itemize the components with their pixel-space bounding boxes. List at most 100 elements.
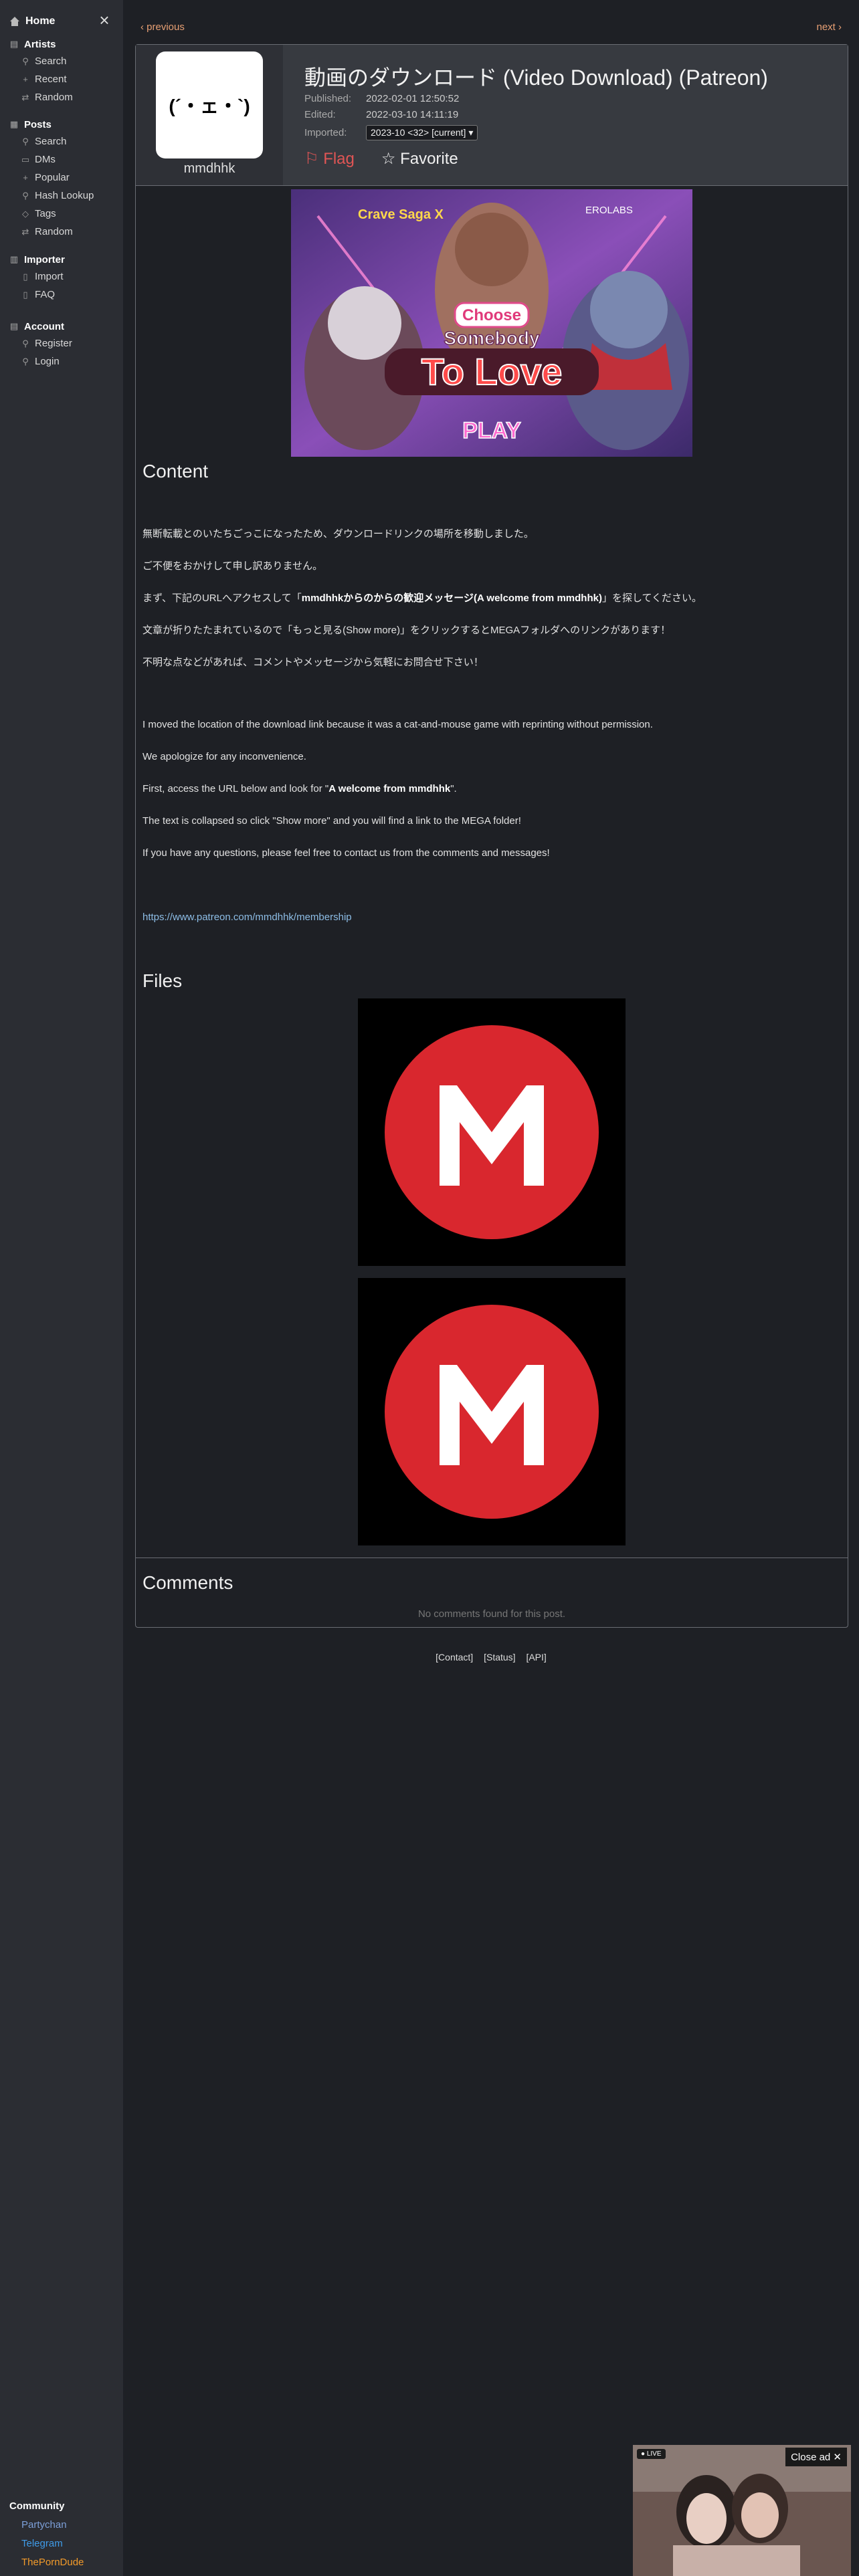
document-icon: ▯	[23, 289, 28, 300]
plus-icon: +	[23, 173, 28, 183]
search-icon: ⚲	[22, 338, 29, 348]
flag-icon: ⚐	[304, 150, 319, 168]
sidebar-item-login[interactable]: ⚲ Login	[8, 352, 72, 370]
sidebar-home-link[interactable]: Home	[25, 15, 55, 27]
banner-line3: To Love	[421, 350, 563, 393]
sidebar-section-importer: ▥ Importer ▯ Import ▯ FAQ	[8, 251, 65, 304]
file-thumbnail-2[interactable]	[358, 1278, 626, 1545]
published-value: 2022-02-01 12:50:52	[366, 93, 460, 104]
edited-label: Edited:	[304, 109, 336, 120]
importer-icon: ▥	[9, 254, 19, 264]
edited-value: 2022-03-10 14:11:19	[366, 109, 459, 120]
sidebar-title-posts[interactable]: ▦ Posts	[8, 116, 94, 132]
sidebar-title-account[interactable]: ▤ Account	[8, 318, 72, 334]
chevron-down-icon: ▾	[468, 127, 474, 138]
next-link[interactable]: next ›	[816, 21, 842, 33]
tag-icon: ◇	[22, 208, 29, 219]
footer: [Contact] [Status] [API]	[123, 1652, 859, 1662]
community-section: Community Partychan Telegram ThePornDude	[9, 2497, 84, 2572]
no-comments-message: No comments found for this post.	[417, 1608, 566, 1620]
close-ad-button[interactable]: Close ad ✕	[785, 2448, 847, 2466]
close-icon[interactable]: ×	[96, 11, 112, 29]
sidebar-item-artists-search[interactable]: ⚲ Search	[8, 52, 73, 70]
sidebar-item-artists-random[interactable]: ⇄ Random	[8, 88, 73, 106]
content-en-4: The text is collapsed so click "Show mor…	[142, 815, 521, 827]
content-jp-4: 文章が折りたたまれているので「もっと見る(Show more)」をクリックすると…	[142, 625, 671, 636]
file-thumbnail-1[interactable]	[358, 998, 626, 1266]
sidebar: Home × ▤ Artists ⚲ Search + Recent ⇄ Random …	[0, 0, 123, 2576]
sidebar-title-artists[interactable]: ▤ Artists	[8, 36, 73, 52]
community-link-theporndude[interactable]: ThePornDude	[9, 2553, 84, 2572]
search-icon: ⚲	[22, 56, 29, 66]
sidebar-section-artists: ▤ Artists ⚲ Search + Recent ⇄ Random	[8, 36, 73, 106]
content-en-3: First, access the URL below and look for…	[142, 783, 457, 794]
star-icon: ☆	[381, 150, 396, 168]
shuffle-icon: ⇄	[21, 92, 29, 102]
mega-logo-icon	[358, 1278, 626, 1545]
mega-logo-icon	[358, 998, 626, 1266]
edited-row: Edited: 2022-03-10 14:11:19	[304, 109, 458, 120]
post-title: 動画のダウンロード (Video Download) (Patreon)	[304, 66, 768, 90]
post-banner-image[interactable]: Crave Saga X EROLABS Choose Somebody To …	[291, 189, 692, 457]
sidebar-item-posts-search[interactable]: ⚲ Search	[8, 132, 94, 150]
community-title: Community	[9, 2500, 65, 2512]
footer-status-link[interactable]: [Status]	[484, 1652, 515, 1662]
previous-link[interactable]: ‹ previous	[140, 21, 185, 33]
community-link-telegram[interactable]: Telegram	[9, 2535, 84, 2553]
sidebar-item-register[interactable]: ⚲ Register	[8, 334, 72, 352]
published-row: Published: 2022-02-01 12:50:52	[304, 93, 459, 104]
footer-api-link[interactable]: [API]	[526, 1652, 546, 1662]
favorite-button[interactable]: ☆ Favorite	[381, 149, 458, 169]
banner-cta: PLAY	[462, 418, 521, 443]
content-en-1: I moved the location of the download lin…	[142, 719, 653, 730]
comments-heading: Comments	[142, 1572, 233, 1593]
sidebar-item-dms[interactable]: ▭ DMs	[8, 150, 94, 169]
content-heading: Content	[142, 461, 209, 481]
artists-icon: ▤	[9, 39, 19, 49]
sidebar-section-posts: ▦ Posts ⚲ Search ▭ DMs + Popular ⚲ Hash Looku…	[8, 116, 94, 241]
search-icon: ⚲	[22, 356, 29, 366]
search-icon: ⚲	[22, 190, 29, 201]
sidebar-item-import[interactable]: ▯ Import	[8, 267, 65, 286]
community-link-partychan[interactable]: Partychan	[9, 2516, 84, 2535]
sidebar-item-posts-random[interactable]: ⇄ Random	[8, 223, 94, 241]
sidebar-item-tags[interactable]: ◇ Tags	[8, 205, 94, 223]
content-jp-2: ご不便をおかけして申し訳ありません。	[142, 560, 323, 572]
post-card: (´・ェ・`) mmdhhk 動画のダウンロード (Video Download…	[135, 44, 848, 1628]
banner-artwork: Crave Saga X EROLABS Choose Somebody To …	[291, 189, 692, 457]
banner-brand: Crave Saga X	[358, 207, 444, 222]
import-version-select[interactable]: 2023-10 <32> [current] ▾	[366, 125, 478, 140]
banner-line2: Somebody	[444, 328, 540, 348]
sidebar-header: Home ×	[9, 11, 116, 31]
published-label: Published:	[304, 93, 352, 104]
flag-button[interactable]: ⚐ Flag	[304, 149, 355, 169]
banner-line1: Choose	[462, 306, 521, 324]
ad-live-badge: ● LIVE	[637, 2449, 666, 2459]
footer-contact-link[interactable]: [Contact]	[436, 1652, 473, 1662]
shuffle-icon: ⇄	[21, 226, 29, 237]
avatar[interactable]: (´・ェ・`)	[156, 51, 263, 158]
sidebar-item-popular[interactable]: + Popular	[8, 169, 94, 187]
ad-popup[interactable]: ● LIVE Close ad ✕	[633, 2445, 851, 2576]
search-icon: ⚲	[22, 136, 29, 146]
main-content: ‹ previous next › (´・ェ・`) mmdhhk 動画のダウンロ…	[123, 0, 859, 2576]
content-jp-1: 無断転載とのいたちごっこになったため、ダウンロードリンクの場所を移動しました。	[142, 528, 534, 540]
sidebar-item-faq[interactable]: ▯ FAQ	[8, 286, 65, 304]
document-icon: ▯	[23, 271, 28, 282]
content-en-5: If you have any questions, please feel f…	[142, 847, 550, 859]
artist-avatar-block[interactable]: (´・ェ・`) mmdhhk	[136, 45, 283, 185]
posts-icon: ▦	[9, 119, 19, 129]
account-icon: ▤	[9, 321, 19, 331]
plus-icon: +	[23, 74, 28, 84]
content-jp-5: 不明な点などがあれば、コメントやメッセージから気軽にお問合せ下さい！	[142, 657, 484, 668]
message-icon: ▭	[21, 154, 30, 165]
patreon-membership-link[interactable]: https://www.patreon.com/mmdhhk/membershi…	[142, 911, 352, 923]
artist-name[interactable]: mmdhhk	[136, 161, 283, 177]
post-header: (´・ェ・`) mmdhhk 動画のダウンロード (Video Download…	[136, 45, 848, 186]
banner-studio: EROLABS	[585, 205, 633, 216]
sidebar-title-importer[interactable]: ▥ Importer	[8, 251, 65, 267]
sidebar-item-artists-recent[interactable]: + Recent	[8, 70, 73, 88]
sidebar-section-account: ▤ Account ⚲ Register ⚲ Login	[8, 318, 72, 370]
sidebar-item-hash-lookup[interactable]: ⚲ Hash Lookup	[8, 187, 94, 205]
files-heading: Files	[142, 970, 183, 991]
